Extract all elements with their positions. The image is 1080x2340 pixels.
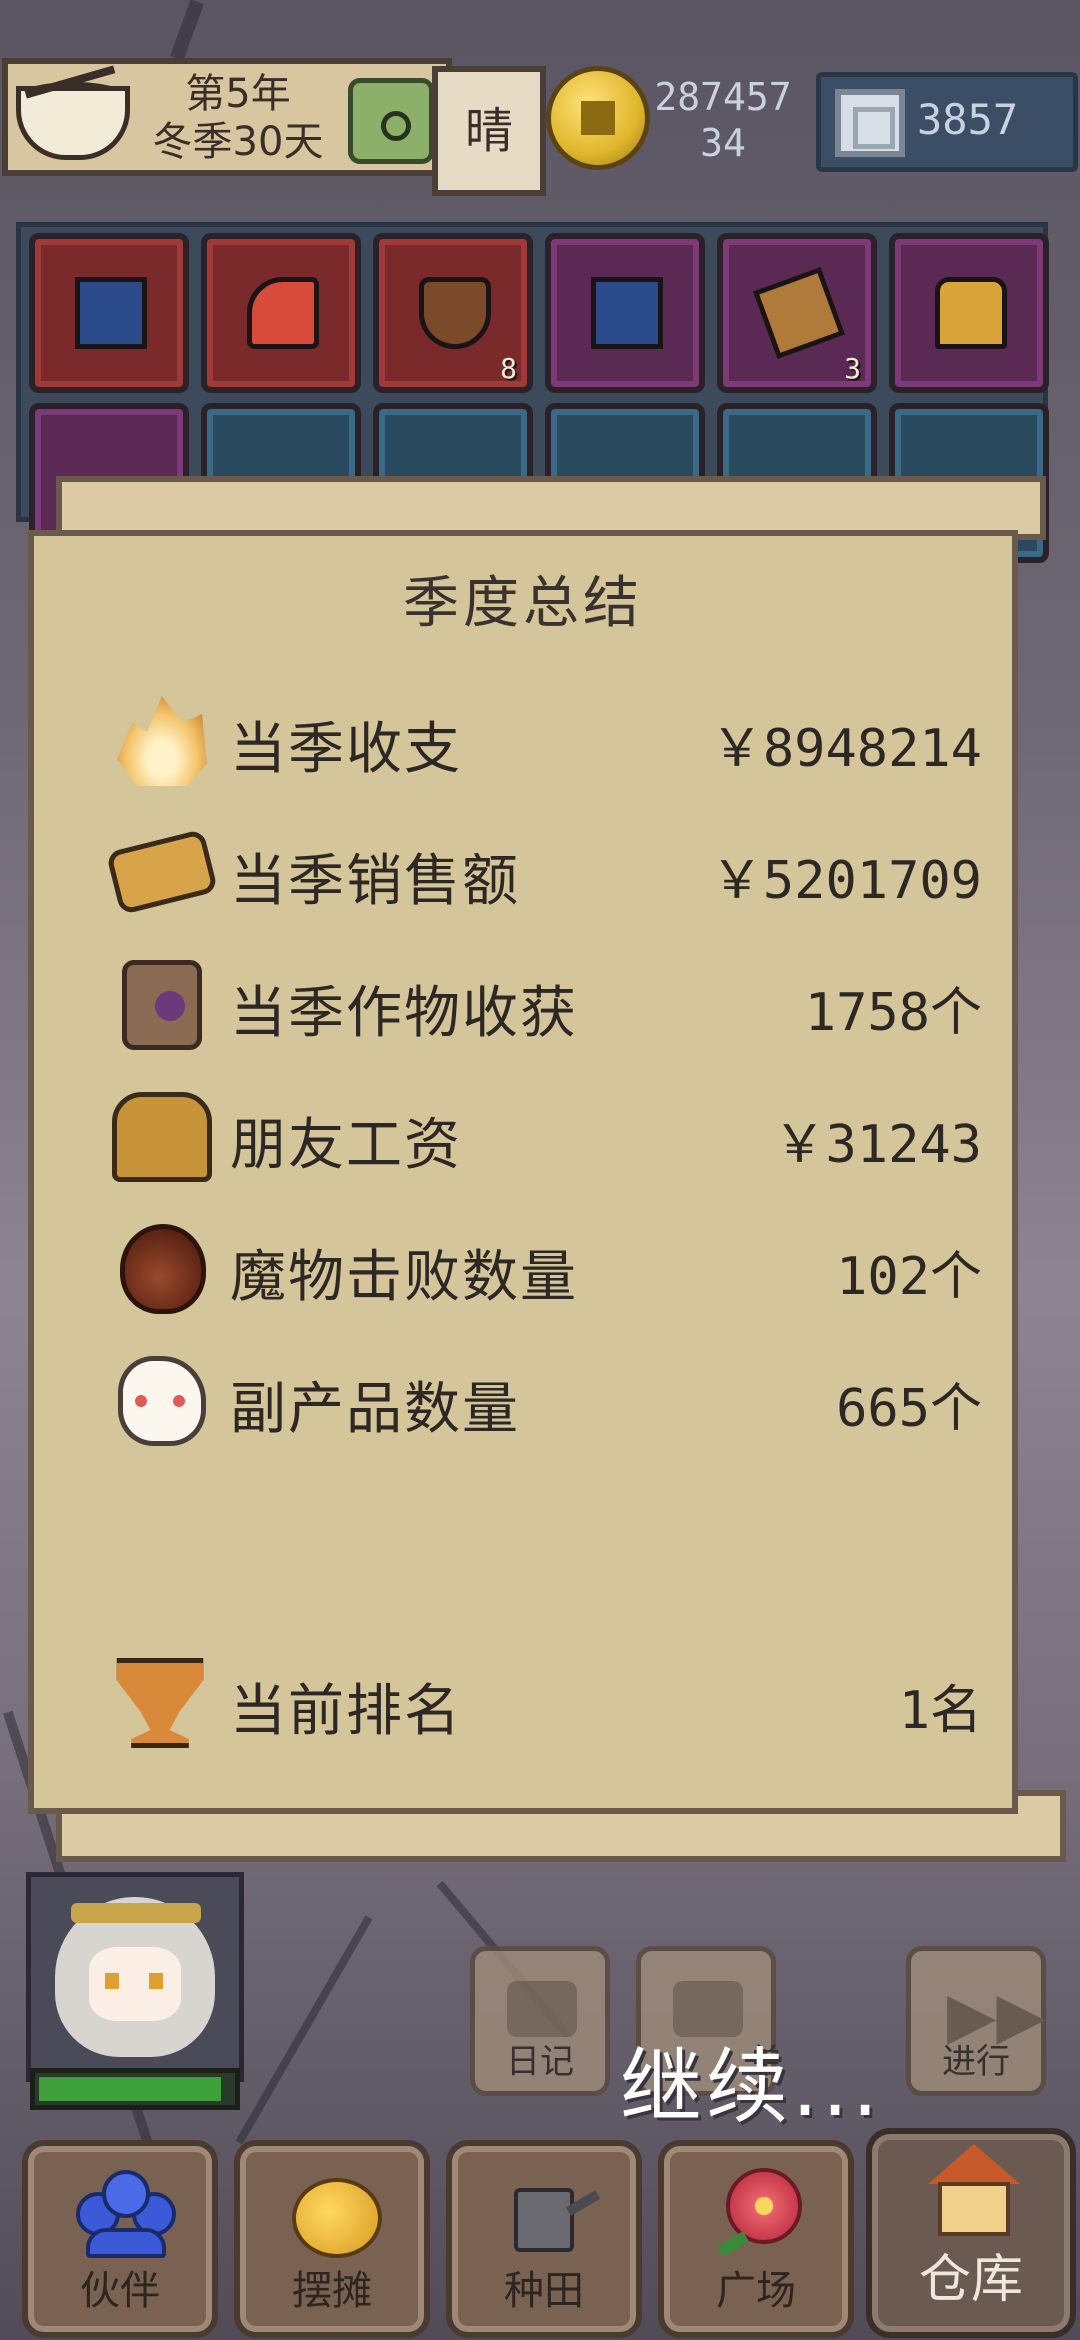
- summary-row-byproducts: 副产品数量 665个: [82, 1346, 982, 1446]
- summary-row-monsters: 魔物击败数量 102个: [82, 1214, 982, 1314]
- row-value: 102个: [836, 1247, 982, 1307]
- health-bar: [30, 2068, 240, 2110]
- nav-warehouse-button[interactable]: 仓库: [866, 2128, 1076, 2338]
- health-bar-fill: [39, 2077, 221, 2101]
- coin-counter: 287457 34: [648, 74, 798, 166]
- watering-can-icon: [500, 2168, 601, 2260]
- game-screen: 第5年 冬季30天 晴 287457 34 3857 8 3 季度总结 当季收支…: [0, 0, 1080, 2340]
- summary-row-harvest: 当季作物收获 1758个: [82, 950, 982, 1050]
- season-day-label: 冬季30天: [152, 119, 324, 165]
- summary-row-income: 当季收支 ￥8948214: [82, 686, 982, 786]
- inventory-slot[interactable]: [29, 233, 189, 393]
- year-label: 第5年: [185, 71, 291, 117]
- flower-icon: [712, 2168, 812, 2260]
- character-portrait[interactable]: [26, 1872, 244, 2082]
- coin-icon: [546, 66, 650, 170]
- portrait-eye: [105, 1973, 119, 1989]
- date-text: 第5年 冬季30天: [128, 70, 348, 166]
- fire-icon: [117, 696, 207, 786]
- background-branch: [170, 0, 204, 61]
- row-value: ￥31243: [773, 1115, 982, 1175]
- row-label: 当季销售额: [230, 849, 520, 914]
- blob-icon: [118, 1356, 206, 1446]
- diary-button[interactable]: 日记: [470, 1946, 610, 2096]
- key-icon: [247, 277, 319, 349]
- bowl-icon: [16, 86, 130, 160]
- inventory-slot[interactable]: 3: [717, 233, 877, 393]
- nav-label: 伙伴: [80, 2268, 160, 2314]
- coin-amount-line2: 34: [700, 121, 746, 165]
- row-value: ￥8948214: [710, 719, 982, 779]
- summary-row-sales: 当季销售额 ￥5201709: [82, 818, 982, 918]
- date-panel: 第5年 冬季30天: [2, 58, 452, 176]
- time-badge-icon[interactable]: [348, 78, 434, 164]
- proceed-button[interactable]: ▶▶ 进行: [906, 1946, 1046, 2096]
- row-value: 1名: [898, 1681, 982, 1741]
- monster-bag-icon: [120, 1224, 206, 1314]
- portrait-face: [89, 1947, 181, 2021]
- partner-icon: [76, 2168, 176, 2260]
- book-icon: [591, 277, 663, 349]
- house-roof-icon: [928, 2144, 1020, 2184]
- diary-icon: [507, 1981, 577, 2037]
- nav-label: 摆摊: [292, 2268, 372, 2314]
- continue-prompt[interactable]: 继续...: [620, 2020, 882, 2139]
- nav-partner-button[interactable]: 伙伴: [22, 2140, 218, 2338]
- item-count: 8: [500, 352, 517, 385]
- seed-bag-icon: [122, 960, 202, 1050]
- nav-plaza-button[interactable]: 广场: [658, 2140, 854, 2338]
- row-label: 当季作物收获: [230, 981, 578, 1046]
- summary-row-wages: 朋友工资 ￥31243: [82, 1082, 982, 1182]
- nav-farm-button[interactable]: 种田: [446, 2140, 642, 2338]
- portrait-eye: [149, 1973, 163, 1989]
- item-count: 3: [844, 352, 861, 385]
- nav-label: 种田: [504, 2268, 584, 2314]
- tome-icon: [752, 266, 846, 360]
- house-icon: [938, 2182, 1010, 2236]
- gem-panel[interactable]: 3857: [816, 72, 1078, 172]
- row-label: 当前排名: [230, 1679, 462, 1744]
- row-label: 当季收支: [230, 717, 462, 782]
- nav-label: 仓库: [918, 2250, 1023, 2310]
- gem-icon: [835, 89, 905, 157]
- nav-stall-button[interactable]: 摆摊: [234, 2140, 430, 2338]
- trophy-icon: [116, 1658, 204, 1748]
- season-summary-dialog: 季度总结 当季收支 ￥8948214 当季销售额 ￥5201709 当季作物收获…: [28, 530, 1018, 1814]
- row-label: 副产品数量: [230, 1377, 520, 1442]
- inventory-slot[interactable]: [201, 233, 361, 393]
- weather-label: 晴: [432, 66, 546, 196]
- proceed-label: 进行: [942, 2042, 1010, 2082]
- summary-row-rank: 当前排名 1名: [82, 1648, 982, 1748]
- friend-icon: [112, 1092, 212, 1182]
- dialog-title: 季度总结: [403, 571, 643, 636]
- coin-amount-line1: 287457: [654, 75, 792, 119]
- bread-icon: [105, 828, 219, 916]
- diary-label: 日记: [506, 2042, 574, 2082]
- gem-counter: 3857: [917, 95, 1019, 144]
- book-icon: [75, 277, 147, 349]
- row-label: 魔物击败数量: [230, 1245, 578, 1310]
- row-value: ￥5201709: [710, 851, 982, 911]
- stall-icon: [288, 2168, 388, 2260]
- inventory-slot[interactable]: 8: [373, 233, 533, 393]
- portrait-crown: [71, 1903, 201, 1923]
- row-value: 665个: [836, 1379, 982, 1439]
- inventory-slot[interactable]: [545, 233, 705, 393]
- row-value: 1758个: [804, 983, 982, 1043]
- basket-icon: [419, 277, 491, 349]
- chest-icon: [935, 277, 1007, 349]
- nav-label: 广场: [716, 2268, 796, 2314]
- background-branch: [235, 1915, 373, 2145]
- row-label: 朋友工资: [230, 1113, 462, 1178]
- inventory-slot[interactable]: [889, 233, 1049, 393]
